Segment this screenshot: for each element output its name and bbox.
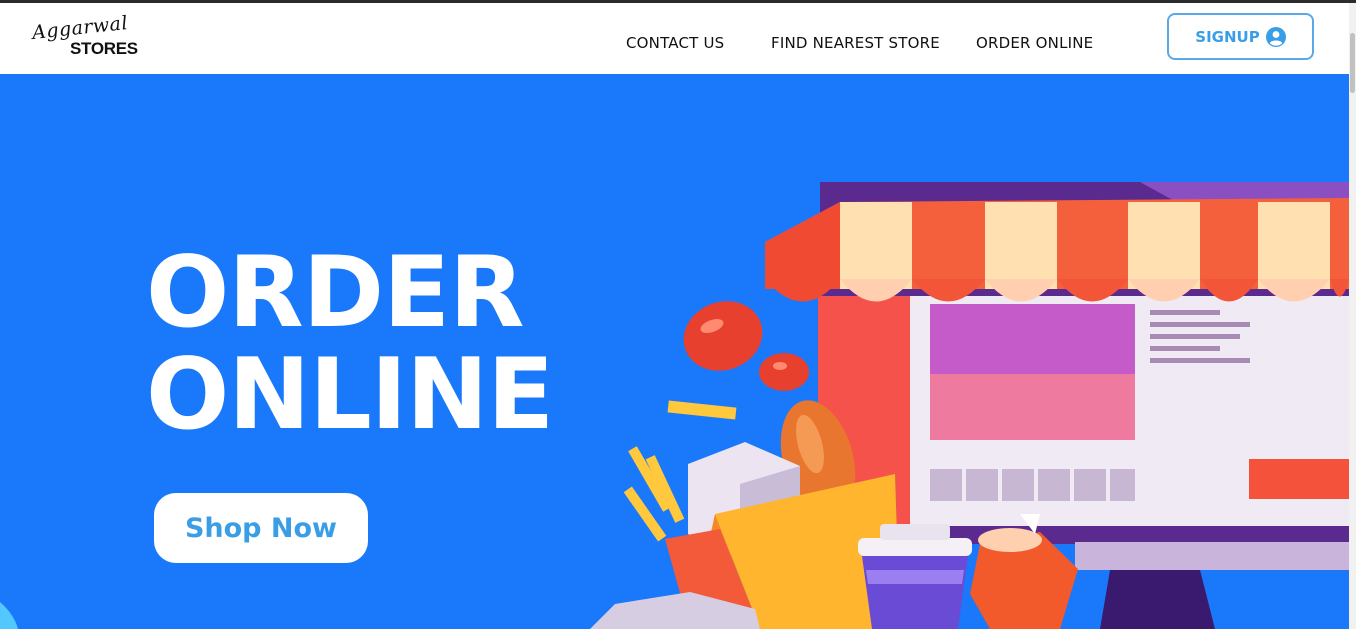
main-nav: CONTACT US FIND NEAREST STORE ORDER ONLI…: [0, 34, 1349, 54]
headline-line-1: ORDER: [146, 236, 525, 350]
awning: [765, 198, 1349, 302]
user-circle-icon: [1265, 26, 1286, 47]
shop-now-button[interactable]: Shop Now: [154, 493, 368, 563]
headline-line-2: ONLINE: [146, 338, 554, 452]
scrollbar-thumb[interactable]: [1350, 33, 1355, 93]
hero-banner: ORDER ONLINE Shop Now: [0, 74, 1349, 629]
tomatoes: [683, 301, 809, 391]
page-scrollbar[interactable]: [1349, 3, 1356, 629]
nav-link-order-online[interactable]: ORDER ONLINE: [976, 34, 1093, 52]
signup-button[interactable]: SIGNUP: [1167, 13, 1314, 60]
hero-headline: ORDER ONLINE: [146, 236, 554, 452]
signup-label: SIGNUP: [1195, 27, 1260, 46]
nav-link-contact-us[interactable]: CONTACT US: [626, 34, 724, 52]
navbar: Aggarwal STORES CONTACT US FIND NEAREST …: [0, 3, 1349, 74]
nav-link-find-nearest-store[interactable]: FIND NEAREST STORE: [771, 34, 940, 52]
